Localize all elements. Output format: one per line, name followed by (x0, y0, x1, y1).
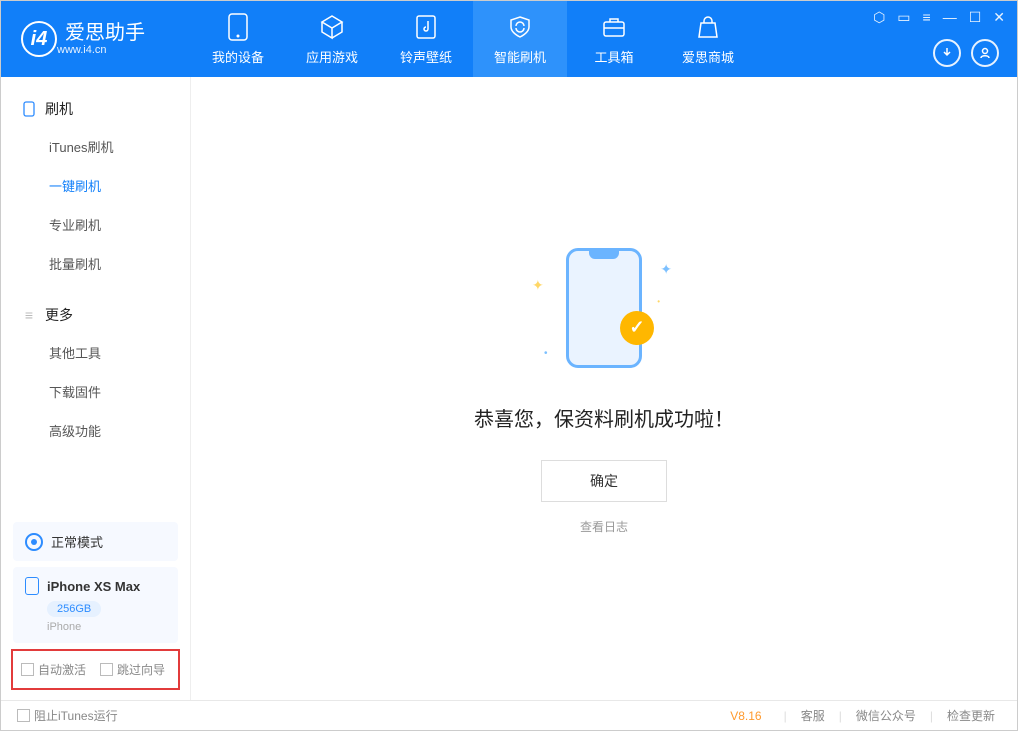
note-icon[interactable]: ▭ (897, 9, 910, 26)
top-tabs: 我的设备 应用游戏 铃声壁纸 智能刷机 工具箱 爱思商城 (191, 1, 755, 77)
sidebar-item-batch-flash[interactable]: 批量刷机 (1, 244, 190, 283)
checkbox-block-itunes[interactable]: 阻止iTunes运行 (17, 707, 118, 724)
tab-toolbox[interactable]: 工具箱 (567, 1, 661, 77)
success-illustration: ✦ ✦ • • ✓ (514, 243, 694, 373)
maximize-icon[interactable]: ☐ (969, 9, 982, 26)
app-logo-icon: i4 (21, 21, 57, 57)
success-message: 恭喜您，保资料刷机成功啦！ (474, 403, 734, 432)
tab-store[interactable]: 爱思商城 (661, 1, 755, 77)
menu-icon[interactable]: ≡ (923, 9, 931, 26)
device-phone-icon (25, 577, 39, 595)
wechat-link[interactable]: 微信公众号 (850, 707, 922, 724)
sidebar-section-more[interactable]: ≡ 更多 (1, 297, 190, 333)
music-icon (412, 13, 440, 41)
phone-icon (21, 101, 37, 117)
device-type: iPhone (47, 621, 166, 633)
sidebar-item-pro-flash[interactable]: 专业刷机 (1, 205, 190, 244)
checkbox-skip-guide[interactable]: 跳过向导 (100, 661, 165, 678)
header-actions (933, 39, 999, 67)
check-update-link[interactable]: 检查更新 (941, 707, 1001, 724)
header: i4 爱思助手 www.i4.cn 我的设备 应用游戏 铃声壁纸 智能刷机 工具… (1, 1, 1017, 77)
bag-icon (694, 13, 722, 41)
toolbox-icon (600, 13, 628, 41)
titlebar-controls: ⬡ ▭ ≡ ― ☐ ✕ (873, 9, 1005, 26)
sparkle-icon: ✦ (660, 261, 672, 278)
tab-apps[interactable]: 应用游戏 (285, 1, 379, 77)
checkbox-auto-activate[interactable]: 自动激活 (21, 661, 86, 678)
sidebar: 刷机 iTunes刷机 一键刷机 专业刷机 批量刷机 ≡ 更多 其他工具 下载固… (1, 77, 191, 700)
shirt-icon[interactable]: ⬡ (873, 9, 885, 26)
checkmark-badge-icon: ✓ (620, 311, 654, 345)
sidebar-section-flash[interactable]: 刷机 (1, 91, 190, 127)
mode-card[interactable]: 正常模式 (13, 522, 178, 561)
tab-ringtones[interactable]: 铃声壁纸 (379, 1, 473, 77)
device-name: iPhone XS Max (47, 579, 140, 594)
view-log-link[interactable]: 查看日志 (580, 518, 628, 535)
support-link[interactable]: 客服 (795, 707, 831, 724)
sparkle-icon: ✦ (532, 277, 544, 294)
download-icon[interactable] (933, 39, 961, 67)
logo[interactable]: i4 爱思助手 www.i4.cn (1, 21, 191, 57)
device-capacity: 256GB (47, 601, 101, 617)
close-icon[interactable]: ✕ (993, 9, 1005, 26)
mode-icon (25, 533, 43, 551)
sidebar-item-itunes-flash[interactable]: iTunes刷机 (1, 127, 190, 166)
sidebar-item-oneclick-flash[interactable]: 一键刷机 (1, 166, 190, 205)
sidebar-item-download-firmware[interactable]: 下载固件 (1, 372, 190, 411)
refresh-shield-icon (506, 13, 534, 41)
user-icon[interactable] (971, 39, 999, 67)
sparkle-icon: • (657, 297, 660, 306)
device-card[interactable]: iPhone XS Max 256GB iPhone (13, 567, 178, 643)
app-name: 爱思助手 (65, 22, 145, 44)
cube-icon (318, 13, 346, 41)
phone-outline-icon (566, 248, 642, 368)
version-label: V8.16 (730, 709, 761, 723)
tab-flash[interactable]: 智能刷机 (473, 1, 567, 77)
list-icon: ≡ (21, 307, 37, 323)
options-highlight: 自动激活 跳过向导 (11, 649, 180, 690)
device-icon (224, 13, 252, 41)
sidebar-item-other-tools[interactable]: 其他工具 (1, 333, 190, 372)
mode-label: 正常模式 (51, 532, 103, 551)
main-content: ✦ ✦ • • ✓ 恭喜您，保资料刷机成功啦！ 确定 查看日志 (191, 77, 1017, 700)
tab-my-device[interactable]: 我的设备 (191, 1, 285, 77)
sparkle-icon: • (544, 348, 548, 359)
statusbar: 阻止iTunes运行 V8.16 | 客服 | 微信公众号 | 检查更新 (1, 700, 1017, 730)
minimize-icon[interactable]: ― (943, 9, 957, 26)
sidebar-item-advanced[interactable]: 高级功能 (1, 411, 190, 450)
ok-button[interactable]: 确定 (541, 460, 667, 502)
app-url: www.i4.cn (57, 44, 145, 56)
